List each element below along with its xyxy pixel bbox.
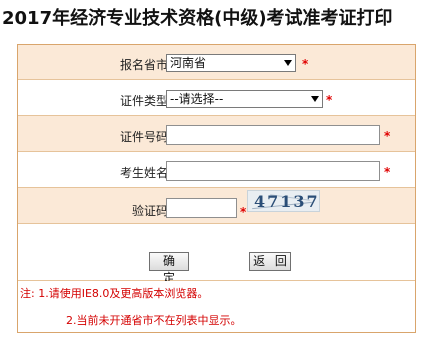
province-select[interactable]: 河南省 xyxy=(166,54,296,72)
name-label: 考生姓名: xyxy=(119,166,172,180)
province-select-value: 河南省 xyxy=(170,56,207,70)
name-row: 考生姓名: * xyxy=(18,152,415,188)
id-type-required-mark: * xyxy=(326,93,333,107)
confirm-button[interactable]: 确 定 xyxy=(149,252,189,285)
chevron-down-icon xyxy=(311,96,319,102)
id-type-select[interactable]: --请选择-- xyxy=(166,90,323,108)
admission-ticket-print-page: 2017年经济专业技术资格(中级)考试准考证打印 报名省市: 河南省 * 证件类… xyxy=(0,0,434,348)
captcha-row: 验证码: * 47137 xyxy=(18,188,415,224)
page-title: 2017年经济专业技术资格(中级)考试准考证打印 xyxy=(2,8,393,29)
captcha-required-mark: * xyxy=(240,205,247,219)
name-required-mark: * xyxy=(384,165,391,179)
province-label: 报名省市: xyxy=(119,58,172,72)
captcha-image[interactable]: 47137 xyxy=(247,190,320,212)
note-line-2: 2.当前未开通省市不在列表中显示。 xyxy=(66,314,242,327)
note-line-1: 注: 1.请使用IE8.0及更高版本浏览器。 xyxy=(20,287,209,300)
id-type-label: 证件类型: xyxy=(119,94,172,108)
id-number-input[interactable] xyxy=(166,125,380,145)
back-button[interactable]: 返 回 xyxy=(249,252,291,271)
chevron-down-icon xyxy=(284,60,292,66)
id-type-select-value: --请选择-- xyxy=(170,92,224,106)
ticket-query-form: 报名省市: 河南省 * 证件类型: --请选择-- * 证件号码: * 考生姓名… xyxy=(17,44,416,333)
action-row: 确 定 返 回 xyxy=(18,224,415,285)
province-row: 报名省市: 河南省 * xyxy=(18,45,415,80)
id-number-row: 证件号码: * xyxy=(18,116,415,152)
name-input[interactable] xyxy=(166,161,380,181)
id-number-label: 证件号码: xyxy=(119,130,172,144)
id-type-row: 证件类型: --请选择-- * xyxy=(18,80,415,116)
id-number-required-mark: * xyxy=(384,129,391,143)
captcha-image-text: 47137 xyxy=(254,192,320,211)
notes-section: 注: 1.请使用IE8.0及更高版本浏览器。 2.当前未开通省市不在列表中显示。 xyxy=(18,281,415,332)
province-required-mark: * xyxy=(302,57,309,71)
captcha-input[interactable] xyxy=(166,198,237,218)
